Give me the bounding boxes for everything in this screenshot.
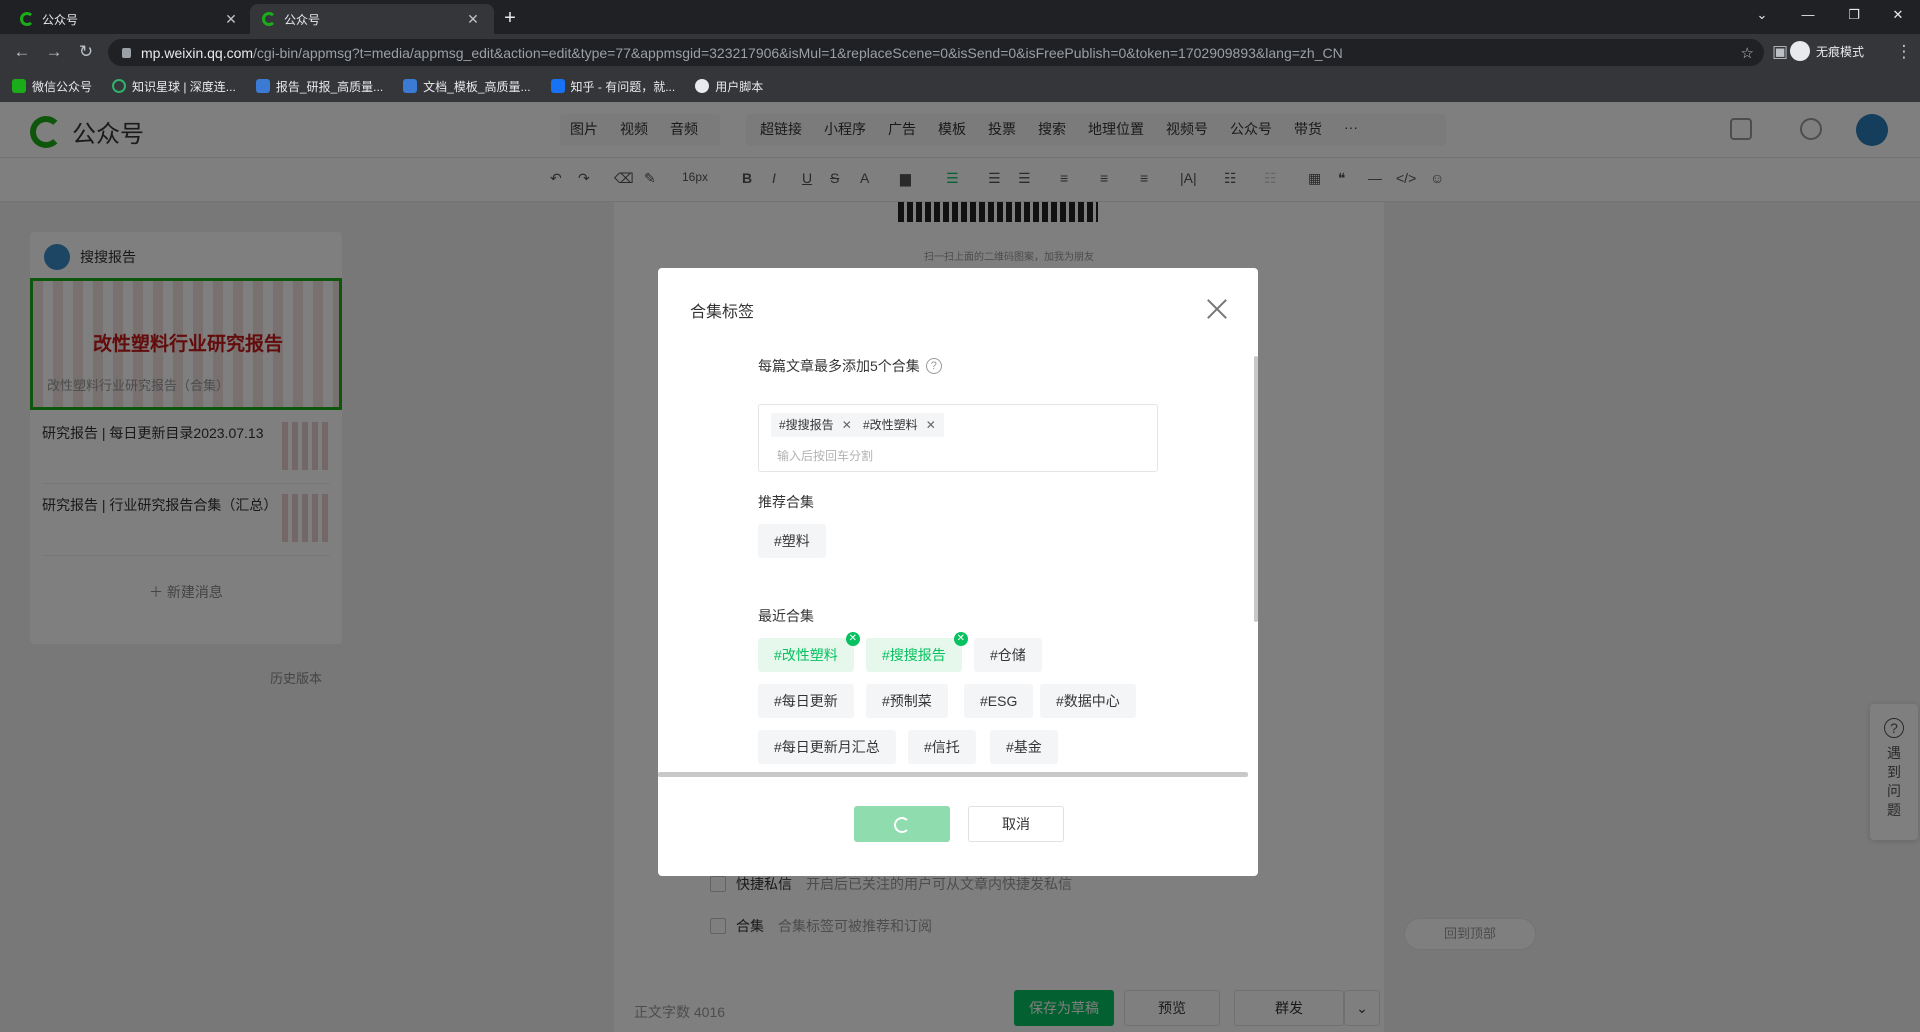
close-tab-icon[interactable]: ✕ [222,11,240,28]
bookmark-star-icon[interactable]: ☆ [1741,44,1754,62]
url-host: mp.weixin.qq.com [141,44,254,61]
recent-tag-chip[interactable]: #每日更新月汇总 [758,730,896,764]
tab-title: 公众号 [284,12,321,27]
dialog-content: 每篇文章最多添加5个合集 ? #搜搜报告 ✕ #改性塑料 ✕ 输入后按回车分割 推荐… [658,356,1258,774]
bookmark-label: 文档_模板_高质量... [423,79,531,94]
forward-icon[interactable]: → [40,40,68,64]
browser-menu-icon[interactable]: ⋮ [1890,40,1918,64]
restore-button[interactable]: ❐ [1832,4,1876,26]
zhihu-icon [550,79,565,93]
bookmark-item[interactable]: 文档_模板_高质量... [403,78,531,95]
selected-tag-label: #搜搜报告 [779,418,834,432]
incognito-icon [1790,41,1810,61]
remove-tag-icon[interactable]: ✕ [842,418,852,432]
dialog-title: 合集标签 [690,304,755,321]
recent-tag-chip[interactable]: #数据中心 [1040,684,1136,718]
report-icon [255,79,270,93]
bookmark-label: 用户脚本 [715,79,764,94]
close-window-button[interactable]: ✕ [1876,4,1920,26]
chip-label: #搜搜报告 [882,647,946,663]
new-tab-button[interactable]: + [496,5,524,33]
bookmark-item[interactable]: 报告_研报_高质量... [255,78,384,95]
collection-tags-dialog: 合集标签 每篇文章最多添加5个合集 ? #搜搜报告 ✕ #改性塑料 ✕ 输入后按回车… [658,268,1258,876]
url-bar[interactable]: mp.weixin.qq.com /cgi-bin/appmsg?t=media… [108,39,1764,66]
selected-tag-label: #改性塑料 [863,418,918,432]
close-tab-icon[interactable]: ✕ [464,11,482,28]
confirm-button-loading[interactable] [854,806,950,842]
wechat-favicon-icon [262,12,276,26]
selected-check-icon: ✕ [845,632,860,646]
recent-label: 最近合集 [758,608,814,624]
bookmark-label: 知识星球 | 深度连... [132,79,236,94]
selected-check-icon: ✕ [953,632,968,646]
recent-tag-chip[interactable]: #ESG [964,684,1034,718]
loading-spinner-icon [894,816,910,833]
url-path: /cgi-bin/appmsg?t=media/appmsg_edit&acti… [253,44,1343,61]
back-icon[interactable]: ← [8,40,36,64]
lock-icon [122,47,131,58]
recommended-label: 推荐合集 [758,494,814,510]
selected-tag: #搜搜报告 ✕ [771,413,860,437]
tab-search-icon[interactable]: ⌄ [1740,4,1784,26]
browser-tab-strip: 公众号 ✕ 公众号 ✕ + ⌄ — ❐ ✕ [0,0,1920,34]
bookmark-item[interactable]: 知识星球 | 深度连... [112,78,236,95]
incognito-label: 无痕模式 [1816,44,1865,59]
recent-tag-chip[interactable]: #信托 [908,730,976,764]
question-icon[interactable]: ? [925,358,942,374]
bookmark-label: 报告_研报_高质量... [275,79,384,94]
userscript-icon [695,79,710,93]
vertical-scrollbar[interactable] [1254,356,1258,622]
zsxq-icon [112,79,127,93]
recent-tag-chip[interactable]: #预制菜 [866,684,948,718]
limit-text: 每篇文章最多添加5个合集 [758,358,920,374]
tab-title: 公众号 [42,12,79,27]
remove-tag-icon[interactable]: ✕ [926,418,936,432]
recommended-tag-chip[interactable]: #塑料 [758,524,826,558]
recent-tag-chip[interactable]: #改性塑料 ✕ [758,632,860,672]
bookmark-item[interactable]: 用户脚本 [695,78,763,95]
tag-input-placeholder: 输入后按回车分割 [777,449,874,463]
horizontal-scrollbar[interactable] [658,772,1248,777]
browser-tab-1[interactable]: 公众号 ✕ [8,4,252,34]
incognito-indicator[interactable]: 无痕模式 [1790,41,1864,61]
bookmark-item[interactable]: 知乎 - 有问题，就... [550,78,676,95]
bookmarks-bar: 微信公众号 知识星球 | 深度连... 报告_研报_高质量... 文档_模板_高… [0,70,1920,102]
wechat-favicon-icon [20,12,34,26]
close-icon[interactable] [1206,298,1228,320]
bookmark-label: 知乎 - 有问题，就... [570,79,676,94]
selected-tag: #改性塑料 ✕ [855,413,944,437]
address-bar-row: ← → ↻ mp.weixin.qq.com /cgi-bin/appmsg?t… [0,34,1920,70]
chip-label: #改性塑料 [774,647,838,663]
wechat-icon [12,79,26,93]
recent-tag-chip[interactable]: #仓储 [974,638,1042,672]
bookmark-label: 微信公众号 [32,79,93,94]
doc-icon [403,79,418,93]
bookmark-item[interactable]: 微信公众号 [12,78,92,95]
tag-input-box[interactable]: #搜搜报告 ✕ #改性塑料 ✕ 输入后按回车分割 [758,404,1158,472]
recent-tag-chip[interactable]: #基金 [990,730,1058,764]
minimize-button[interactable]: — [1786,4,1830,26]
browser-tab-2[interactable]: 公众号 ✕ [250,4,494,34]
recent-tag-chip[interactable]: #搜搜报告 ✕ [866,632,968,672]
cancel-button[interactable]: 取消 [968,806,1064,842]
limit-label: 每篇文章最多添加5个合集 ? [758,356,942,376]
recent-tag-chip[interactable]: #每日更新 [758,684,854,718]
reload-icon[interactable]: ↻ [72,40,100,64]
